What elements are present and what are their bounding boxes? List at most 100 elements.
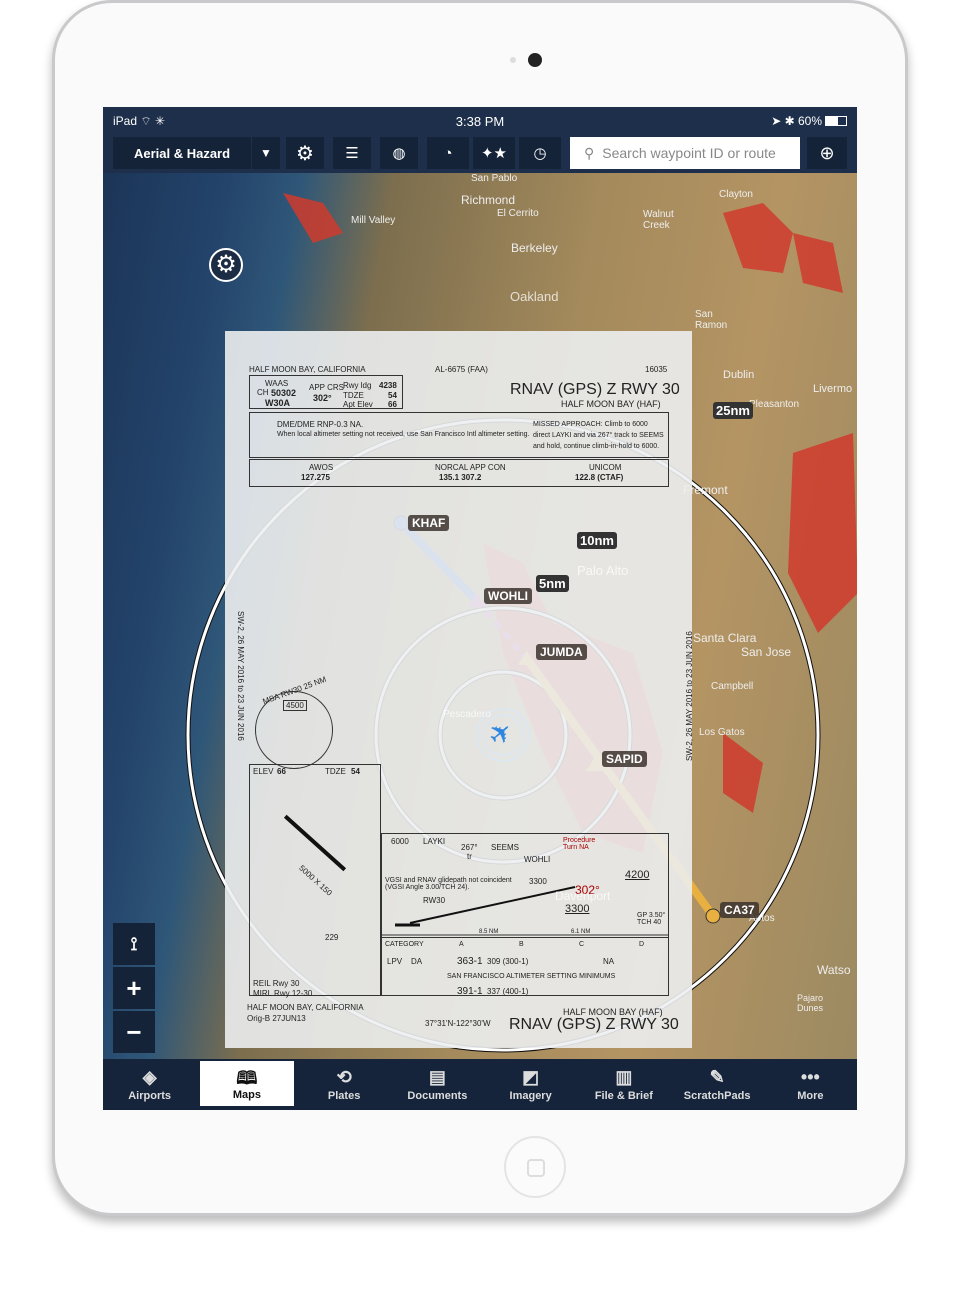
crosshair-icon[interactable]: ⊕	[807, 137, 847, 169]
min-lpv2-val: 391-1	[457, 986, 483, 997]
tab-file-brief[interactable]: ▥ File & Brief	[577, 1059, 670, 1110]
min-header: A	[459, 941, 464, 948]
screen: iPad ⌔ ✳ 3:38 PM ➤ ✱ 60% Aerial & Hazard…	[103, 107, 857, 1110]
tab-bar: ◈ Airports 🕮 Maps ⟲ Plates ▤ Documents ◩ Imag…	[103, 1059, 857, 1110]
tab-airports[interactable]: ◈ Airports	[103, 1059, 196, 1110]
tab-label: Maps	[232, 1089, 261, 1101]
status-bar: iPad ⌔ ✳ 3:38 PM ➤ ✱ 60%	[103, 107, 857, 135]
stars-icon[interactable]: ✦★	[473, 137, 515, 169]
zoom-in-button[interactable]: +	[113, 967, 155, 1009]
sensor	[510, 57, 516, 63]
toolbar: Aerial & Hazard ▼ ⚙ ☰ ◍ ◔ ✦★ ◷ ⚲ Search w…	[103, 135, 857, 173]
tab-more[interactable]: ••• More	[764, 1059, 857, 1110]
gauge-icon[interactable]: ◔	[427, 137, 469, 169]
waypoint-label[interactable]: JUMDA	[536, 644, 587, 660]
waypoint-label[interactable]: SAPID	[602, 751, 647, 767]
layer-selector[interactable]: Aerial & Hazard	[113, 137, 251, 169]
gear-icon[interactable]: ⚙	[286, 137, 324, 169]
place-label: Clayton	[719, 189, 753, 200]
tab-scratchpads[interactable]: ✎ ScratchPads	[671, 1059, 764, 1110]
min-header: CATEGORY	[385, 941, 424, 948]
map-view[interactable]: ⚙ HALF MOON BAY, CALIFORNIA AL-6675 (FAA…	[103, 173, 857, 1059]
tab-label: More	[797, 1090, 824, 1102]
search-input[interactable]: ⚲ Search waypoint ID or route	[570, 137, 800, 169]
place-label: Pajaro Dunes	[797, 993, 824, 1013]
tab-label: ScratchPads	[683, 1090, 751, 1102]
tab-label: Plates	[327, 1090, 361, 1102]
place-label: Mill Valley	[351, 215, 396, 226]
hazard-area	[723, 733, 763, 813]
tab-label: File & Brief	[594, 1090, 653, 1102]
hazard-area	[723, 203, 793, 273]
tab-label: Imagery	[509, 1090, 552, 1102]
waypoint-label[interactable]: KHAF	[408, 515, 450, 531]
hazard-area	[283, 193, 343, 243]
place-label: Campbell	[711, 681, 754, 692]
footer-orig: Orig-B 27JUN13	[247, 1014, 306, 1023]
home-button[interactable]	[504, 1136, 566, 1198]
min-header: C	[579, 941, 585, 948]
place-label: Los Gatos	[699, 727, 745, 738]
min-na: NA	[603, 957, 615, 966]
plate-settings-gear-icon[interactable]: ⚙	[209, 248, 243, 282]
tab-plates[interactable]: ⟲ Plates	[298, 1059, 391, 1110]
range-label-5nm: 5nm	[536, 575, 569, 592]
min-da: DA	[411, 957, 423, 966]
list-icon[interactable]: ☰	[333, 137, 371, 169]
globe-icon[interactable]: ◍	[380, 137, 418, 169]
map-icon: 🕮	[236, 1068, 258, 1088]
place-label: Palo Alto	[577, 563, 629, 578]
waypoint-label[interactable]: CA37	[720, 902, 759, 918]
tab-label: Documents	[407, 1090, 468, 1102]
place-label: Pescadero	[443, 709, 491, 720]
tab-maps[interactable]: 🕮 Maps	[200, 1061, 294, 1106]
waypoint-label[interactable]: WOHLI	[484, 588, 532, 604]
camera	[528, 53, 542, 67]
place-label: Richmond	[461, 193, 516, 207]
footer-title: RNAV (GPS) Z RWY 30	[509, 1016, 679, 1033]
tab-documents[interactable]: ▤ Documents	[391, 1059, 484, 1110]
place-label: Berkeley	[511, 241, 558, 255]
place-label: San Jose	[741, 645, 792, 659]
clock: 3:38 PM	[455, 113, 505, 129]
min-sf: SAN FRANCISCO ALTIMETER SETTING MINIMUMS	[447, 973, 616, 980]
tab-imagery[interactable]: ◩ Imagery	[484, 1059, 577, 1110]
hazard-area	[788, 433, 857, 633]
imagery-icon: ◩	[522, 1067, 540, 1087]
min-lpv-val: 363-1	[457, 956, 483, 967]
clock-icon[interactable]: ◷	[519, 137, 561, 169]
approach-plate[interactable]: HALF MOON BAY, CALIFORNIA AL-6675 (FAA) …	[225, 331, 694, 1048]
file-brief-icon: ▥	[615, 1067, 633, 1087]
range-label-25nm: 25nm	[713, 402, 753, 419]
place-label: Walnut Creek	[643, 209, 674, 231]
tab-label: Airports	[128, 1090, 172, 1102]
chevron-down-icon[interactable]: ▼	[252, 137, 280, 169]
search-icon: ⚲	[584, 144, 595, 161]
zoom-out-button[interactable]: −	[113, 1011, 155, 1053]
place-label: Santa Clara	[693, 631, 757, 645]
place-label: Davenport	[555, 889, 611, 903]
footer-coords: 37°31'N-122°30'W	[425, 1019, 491, 1028]
place-label: Oakland	[510, 289, 559, 304]
range-label-10nm: 10nm	[577, 532, 617, 549]
place-label: Livermo	[813, 383, 853, 395]
place-label: Watso	[817, 963, 851, 977]
place-label: San Pablo	[471, 173, 518, 184]
min-lpv-val2: 309 (300-1)	[487, 957, 529, 966]
min-header: D	[639, 941, 645, 948]
airport-icon: ◈	[142, 1067, 157, 1087]
hazard-area	[793, 233, 843, 293]
airport-marker[interactable]	[705, 908, 721, 924]
min-lpv2-val2: 337 (400-1)	[487, 987, 529, 996]
documents-icon: ▤	[428, 1067, 446, 1087]
place-label: San Ramon	[695, 309, 728, 331]
more-icon: •••	[800, 1067, 820, 1087]
place-label: El Cerrito	[497, 208, 539, 219]
place-label: Dublin	[723, 369, 755, 381]
min-lpv: LPV	[387, 957, 403, 966]
place-label: Pleasanton	[749, 399, 800, 410]
place-label: Fremont	[683, 483, 728, 497]
min-header: B	[519, 941, 524, 948]
route-icon[interactable]: ⟟	[113, 923, 155, 965]
footer-location: HALF MOON BAY, CALIFORNIA	[247, 1003, 364, 1012]
